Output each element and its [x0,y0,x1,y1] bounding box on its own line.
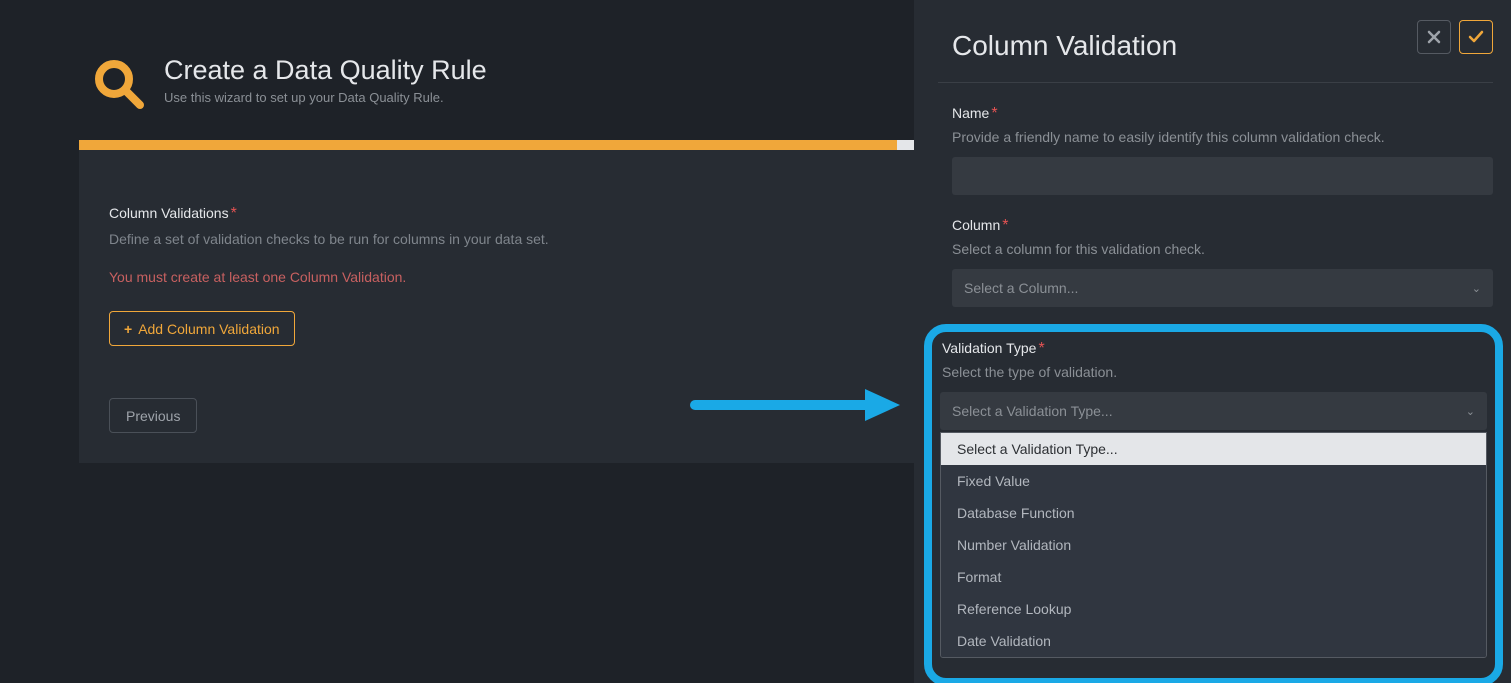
plus-icon: + [124,321,132,337]
name-label: Name [952,105,989,121]
column-help: Select a column for this validation chec… [952,241,1493,257]
column-select-placeholder: Select a Column... [964,280,1078,296]
name-input[interactable] [952,157,1493,195]
panel-confirm-button[interactable] [1459,20,1493,54]
column-select[interactable]: Select a Column... ⌄ [952,269,1493,307]
validation-type-option[interactable]: Database Function [941,497,1486,529]
check-icon [1468,30,1484,44]
validation-type-option[interactable]: Select a Validation Type... [941,433,1486,465]
validation-type-help: Select the type of validation. [940,364,1487,380]
validation-type-placeholder: Select a Validation Type... [952,403,1113,419]
validation-type-select[interactable]: Select a Validation Type... ⌄ [940,392,1487,430]
name-field-group: Name* Provide a friendly name to easily … [938,105,1493,195]
previous-button-label: Previous [126,408,180,424]
section-help: Define a set of validation checks to be … [109,231,884,247]
page-header: Create a Data Quality Rule Use this wiza… [90,55,487,111]
section-error: You must create at least one Column Vali… [109,269,884,285]
magnifier-icon [90,55,146,111]
column-field-group: Column* Select a column for this validat… [938,217,1493,307]
column-label: Column [952,217,1000,233]
chevron-down-icon: ⌄ [1472,282,1481,295]
name-help: Provide a friendly name to easily identi… [952,129,1493,145]
validation-type-dropdown: Select a Validation Type...Fixed ValueDa… [940,432,1487,658]
add-column-validation-button[interactable]: + Add Column Validation [109,311,295,346]
add-column-validation-label: Add Column Validation [138,321,279,337]
close-icon [1427,30,1441,44]
validation-type-option[interactable]: Format [941,561,1486,593]
main-region: Create a Data Quality Rule Use this wiza… [0,0,914,683]
progress-track [79,140,914,150]
page-title: Create a Data Quality Rule [164,55,487,86]
required-star-icon: * [991,105,997,122]
validation-type-label: Validation Type [940,340,1036,356]
required-star-icon: * [231,205,237,222]
validation-type-option[interactable]: Reference Lookup [941,593,1486,625]
required-star-icon: * [1038,340,1044,357]
validation-type-option[interactable]: Date Validation [941,625,1486,657]
wizard-card: Column Validations* Define a set of vali… [79,140,914,463]
progress-fill [79,140,897,150]
page-subtitle: Use this wizard to set up your Data Qual… [164,90,487,105]
panel-title: Column Validation [938,12,1177,62]
chevron-down-icon: ⌄ [1466,405,1475,418]
validation-type-option[interactable]: Fixed Value [941,465,1486,497]
previous-button[interactable]: Previous [109,398,197,433]
validation-type-highlight: Validation Type* Select the type of vali… [924,324,1503,683]
section-label: Column Validations [109,205,229,221]
panel-cancel-button[interactable] [1417,20,1451,54]
required-star-icon: * [1002,217,1008,234]
validation-type-option[interactable]: Number Validation [941,529,1486,561]
